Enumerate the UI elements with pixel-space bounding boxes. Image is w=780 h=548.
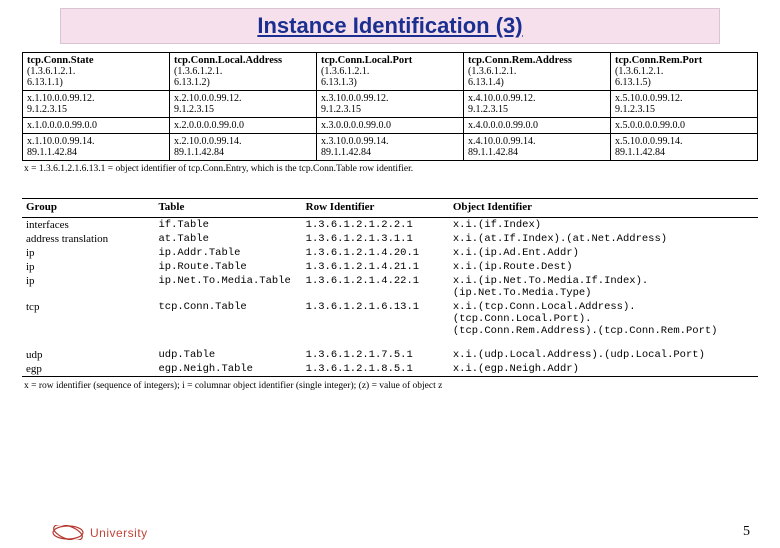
tcp-hdr-localaddr: tcp.Conn.Local.Address (1.3.6.1.2.1.6.13… bbox=[170, 53, 317, 91]
tcp-hdr-remport: tcp.Conn.Rem.Port (1.3.6.1.2.1.6.13.1.5) bbox=[611, 53, 758, 91]
table-row: ip ip.Addr.Table 1.3.6.1.2.1.4.20.1 x.i.… bbox=[22, 246, 758, 260]
table-row: x.1.0.0.0.0.99.0.0 x.2.0.0.0.0.99.0.0 x.… bbox=[23, 118, 758, 134]
table-row: ip ip.Route.Table 1.3.6.1.2.1.4.21.1 x.i… bbox=[22, 260, 758, 274]
table-row: udp udp.Table 1.3.6.1.2.1.7.5.1 x.i.(udp… bbox=[22, 348, 758, 362]
table-row: tcp tcp.Conn.Table 1.3.6.1.2.1.6.13.1 x.… bbox=[22, 300, 758, 338]
page-number: 5 bbox=[743, 524, 750, 540]
group-table: Group Table Row Identifier Object Identi… bbox=[22, 198, 758, 377]
tcp-hdr-remaddr: tcp.Conn.Rem.Address (1.3.6.1.2.1.6.13.1… bbox=[464, 53, 611, 91]
university-label: University bbox=[90, 526, 148, 540]
gt-hdr-objid: Object Identifier bbox=[449, 199, 758, 218]
group-footnote: x = row identifier (sequence of integers… bbox=[24, 381, 758, 391]
gt-hdr-table: Table bbox=[154, 199, 301, 218]
table-row: x.1.10.0.0.99.12.9.1.2.3.15 x.2.10.0.0.9… bbox=[23, 91, 758, 118]
table-row: egp egp.Neigh.Table 1.3.6.1.2.1.8.5.1 x.… bbox=[22, 362, 758, 377]
table-row: x.1.10.0.0.99.14.89.1.1.42.84 x.2.10.0.0… bbox=[23, 134, 758, 161]
tcp-footnote: x = 1.3.6.1.2.1.6.13.1 = object identifi… bbox=[24, 164, 758, 174]
logo-icon bbox=[52, 525, 84, 540]
page-title: Instance Identification (3) bbox=[257, 13, 522, 38]
tcp-hdr-localport: tcp.Conn.Local.Port (1.3.6.1.2.1.6.13.1.… bbox=[317, 53, 464, 91]
gt-header-row: Group Table Row Identifier Object Identi… bbox=[22, 199, 758, 218]
content-area: tcp.Conn.State (1.3.6.1.2.1.6.13.1.1) tc… bbox=[0, 44, 780, 391]
table-row: address translation at.Table 1.3.6.1.2.1… bbox=[22, 232, 758, 246]
tcp-conn-table: tcp.Conn.State (1.3.6.1.2.1.6.13.1.1) tc… bbox=[22, 52, 758, 161]
gap-row bbox=[22, 338, 758, 348]
gt-hdr-rowid: Row Identifier bbox=[302, 199, 449, 218]
gt-hdr-group: Group bbox=[22, 199, 154, 218]
tcp-hdr-state: tcp.Conn.State (1.3.6.1.2.1.6.13.1.1) bbox=[23, 53, 170, 91]
table-row: interfaces if.Table 1.3.6.1.2.1.2.2.1 x.… bbox=[22, 218, 758, 233]
table-row: ip ip.Net.To.Media.Table 1.3.6.1.2.1.4.2… bbox=[22, 274, 758, 300]
tcp-header-row: tcp.Conn.State (1.3.6.1.2.1.6.13.1.1) tc… bbox=[23, 53, 758, 91]
title-bar: Instance Identification (3) bbox=[60, 8, 720, 44]
